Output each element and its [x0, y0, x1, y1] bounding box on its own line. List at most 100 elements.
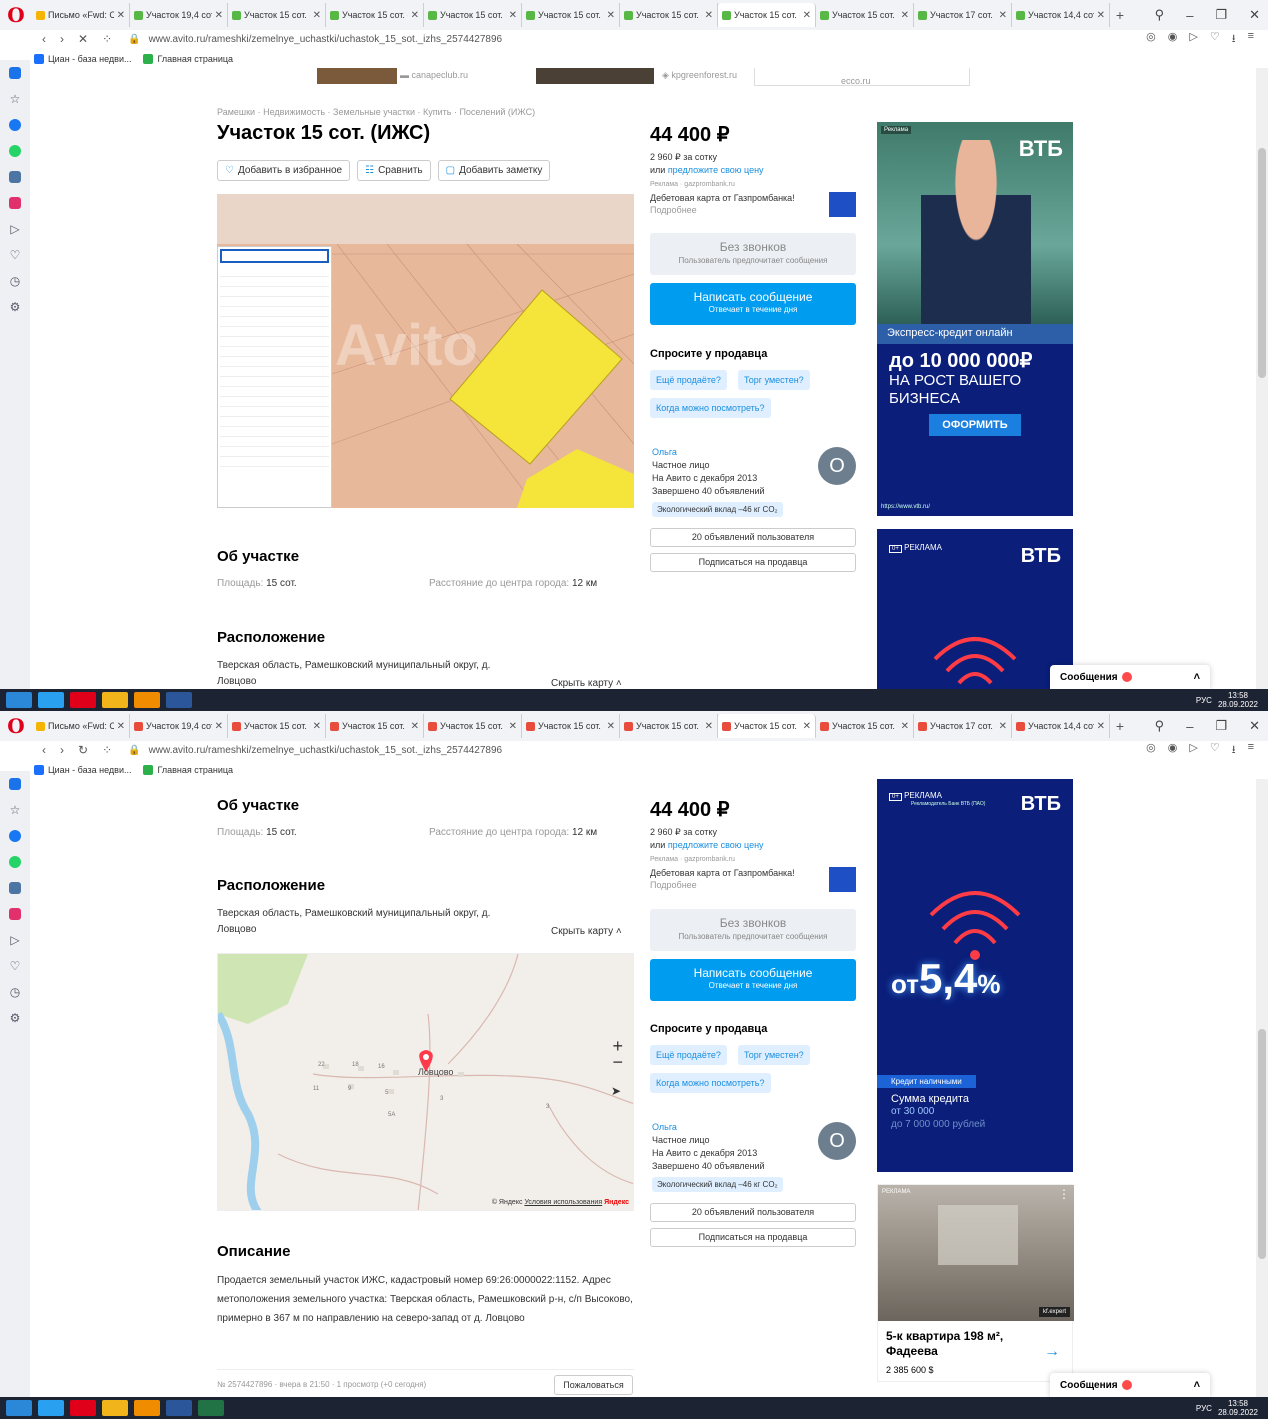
- download-icon[interactable]: ⭳: [1232, 30, 1236, 49]
- ad-strip-greenforest[interactable]: ◈ kpgreenforest.ru: [662, 70, 737, 81]
- browser-tab[interactable]: Участок 15 сот. (И✕: [326, 3, 424, 27]
- send-icon[interactable]: ▷: [1189, 30, 1197, 49]
- home-icon[interactable]: [0, 60, 30, 86]
- gazprom-ad-text[interactable]: Дебетовая карта от Газпромбанка!: [650, 193, 795, 203]
- close-window-icon[interactable]: ✕: [1249, 7, 1260, 23]
- browser-tab[interactable]: Участок 15 сот. (И✕: [228, 3, 326, 27]
- vpn-icon[interactable]: ◉: [1168, 741, 1178, 760]
- avatar[interactable]: О: [818, 1122, 856, 1160]
- explorer-icon[interactable]: [102, 692, 128, 708]
- avatar[interactable]: О: [818, 447, 856, 485]
- bookmark-home[interactable]: Главная страница: [143, 765, 233, 776]
- heart-sidebar-icon[interactable]: ♡: [0, 953, 30, 979]
- close-tab-icon[interactable]: ✕: [999, 10, 1007, 21]
- close-tab-icon[interactable]: ✕: [1097, 721, 1105, 732]
- vk-icon[interactable]: [0, 164, 30, 190]
- browser-tab[interactable]: Участок 17 сот. (И✕: [914, 3, 1012, 27]
- close-tab-icon[interactable]: ✕: [803, 721, 811, 732]
- player-icon[interactable]: ▷: [0, 927, 30, 953]
- hide-map-link[interactable]: Скрыть карту ˄: [551, 924, 622, 940]
- history-icon[interactable]: ◷: [0, 979, 30, 1005]
- menu-icon[interactable]: ≡: [1248, 741, 1254, 760]
- browser-tab[interactable]: Участок 15 сот. (И✕: [718, 3, 816, 27]
- subscribe-button[interactable]: Подписаться на продавца: [650, 1228, 856, 1247]
- download-icon[interactable]: ⭳: [1232, 741, 1236, 760]
- compare-button[interactable]: ☷ Сравнить: [357, 160, 431, 181]
- close-window-icon[interactable]: ✕: [1249, 718, 1260, 734]
- opera-taskbar-icon[interactable]: [70, 1400, 96, 1416]
- minimize-icon[interactable]: –: [1186, 8, 1193, 23]
- close-tab-icon[interactable]: ✕: [215, 10, 223, 21]
- report-button[interactable]: Пожаловаться: [554, 1375, 633, 1395]
- minimize-icon[interactable]: –: [1186, 719, 1193, 734]
- opera-logo-icon[interactable]: O: [0, 0, 32, 30]
- ie-icon[interactable]: [38, 692, 64, 708]
- instagram-icon[interactable]: [0, 901, 30, 927]
- chip-still-selling[interactable]: Ещё продаёте?: [650, 370, 727, 390]
- chip-bargain[interactable]: Торг уместен?: [738, 1045, 810, 1065]
- flat-ad-title[interactable]: 5-к квартира 198 м², Фадеева: [886, 1329, 1036, 1359]
- menu-icon[interactable]: ≡: [1248, 30, 1254, 49]
- location-map[interactable]: Ловцово 22 18 16 11 9 5 5А 3 3 + − ➤ © Яндекс Ус…: [217, 953, 634, 1211]
- reload-icon[interactable]: ↻: [78, 743, 88, 757]
- vtb-ad-banner[interactable]: Реклама ВТБ Экспресс-кредит онлайн до 10…: [877, 122, 1073, 516]
- browser-tab[interactable]: Участок 15 сот. (И✕: [620, 3, 718, 27]
- speed-dial-icon[interactable]: ⁘: [102, 743, 112, 757]
- explorer-icon[interactable]: [102, 1400, 128, 1416]
- history-icon[interactable]: ◷: [0, 268, 30, 294]
- flat-ad-card[interactable]: РЕКЛАМА ⋮ kf.expert 5-к квартира 198 м²,…: [877, 1184, 1074, 1382]
- start-icon[interactable]: [6, 692, 32, 708]
- chip-bargain[interactable]: Торг уместен?: [738, 370, 810, 390]
- page-scrollbar[interactable]: [1256, 779, 1268, 1397]
- vtb-cta-button[interactable]: ОФОРМИТЬ: [929, 414, 1021, 436]
- browser-tab[interactable]: Участок 15 сот. (И✕: [424, 714, 522, 738]
- app-icon[interactable]: [134, 1400, 160, 1416]
- new-tab-button[interactable]: +: [1110, 718, 1130, 734]
- browser-tab[interactable]: Участок 15 сот. (И✕: [228, 714, 326, 738]
- search-icon[interactable]: ⚲: [1155, 7, 1165, 23]
- close-tab-icon[interactable]: ✕: [705, 721, 713, 732]
- browser-tab[interactable]: Участок 14,4 сот ✕: [1012, 714, 1110, 738]
- speed-dial-icon[interactable]: ⁘: [102, 32, 112, 46]
- url-field[interactable]: www.avito.ru/rameshki/zemelnye_uchastki/…: [149, 745, 503, 756]
- browser-tab[interactable]: Участок 15 сот. (И✕: [816, 3, 914, 27]
- close-tab-icon[interactable]: ✕: [509, 10, 517, 21]
- camera-icon[interactable]: ◎: [1146, 30, 1156, 49]
- browser-tab[interactable]: Участок 14,4 сот ✕: [1012, 3, 1110, 27]
- zoom-out-button[interactable]: −: [612, 1052, 623, 1073]
- bookmark-cian[interactable]: Циан - база недви...: [34, 765, 131, 776]
- back-icon[interactable]: ‹: [42, 743, 46, 757]
- word-icon[interactable]: [166, 1400, 192, 1416]
- excel-icon[interactable]: [198, 1400, 224, 1416]
- close-tab-icon[interactable]: ✕: [901, 721, 909, 732]
- url-field[interactable]: www.avito.ru/rameshki/zemelnye_uchastki/…: [149, 34, 503, 45]
- close-tab-icon[interactable]: ✕: [313, 721, 321, 732]
- vpn-icon[interactable]: ◉: [1168, 30, 1178, 49]
- add-note-button[interactable]: ▢ Добавить заметку: [437, 160, 551, 181]
- user-ads-button[interactable]: 20 объявлений пользователя: [650, 1203, 856, 1222]
- chip-when-view[interactable]: Когда можно посмотреть?: [650, 1073, 771, 1093]
- vtb-ad-banner-2[interactable]: 0+ РЕКЛАМА ВТБ: [877, 529, 1073, 689]
- ad-strip-ecco[interactable]: ecco.ru: [754, 68, 970, 86]
- add-to-favorites-button[interactable]: ♡ Добавить в избранное: [217, 160, 351, 181]
- hide-map-link[interactable]: Скрыть карту ˄: [551, 676, 622, 689]
- word-icon[interactable]: [166, 692, 192, 708]
- close-tab-icon[interactable]: ✕: [1097, 10, 1105, 21]
- offer-price-link[interactable]: предложите свою цену: [668, 840, 764, 850]
- ad-strip-canape[interactable]: ▬ canapeclub.ru: [400, 70, 468, 80]
- locate-icon[interactable]: ➤: [611, 1084, 621, 1098]
- ie-icon[interactable]: [38, 1400, 64, 1416]
- close-tab-icon[interactable]: ✕: [607, 721, 615, 732]
- browser-tab[interactable]: Участок 15 сот. (И✕: [326, 714, 424, 738]
- browser-tab[interactable]: Участок 15 сот. (И✕: [816, 714, 914, 738]
- browser-tab[interactable]: Участок 15 сот. (И✕: [522, 3, 620, 27]
- close-tab-icon[interactable]: ✕: [411, 721, 419, 732]
- write-message-button[interactable]: Написать сообщение Отвечает в течение дн…: [650, 283, 856, 325]
- subscribe-button[interactable]: Подписаться на продавца: [650, 553, 856, 572]
- back-icon[interactable]: ‹: [42, 32, 46, 46]
- vk-icon[interactable]: [0, 875, 30, 901]
- send-icon[interactable]: ▷: [1189, 741, 1197, 760]
- search-icon[interactable]: ⚲: [1155, 718, 1165, 734]
- messenger-icon[interactable]: [0, 823, 30, 849]
- browser-tab[interactable]: Участок 15 сот. (И✕: [522, 714, 620, 738]
